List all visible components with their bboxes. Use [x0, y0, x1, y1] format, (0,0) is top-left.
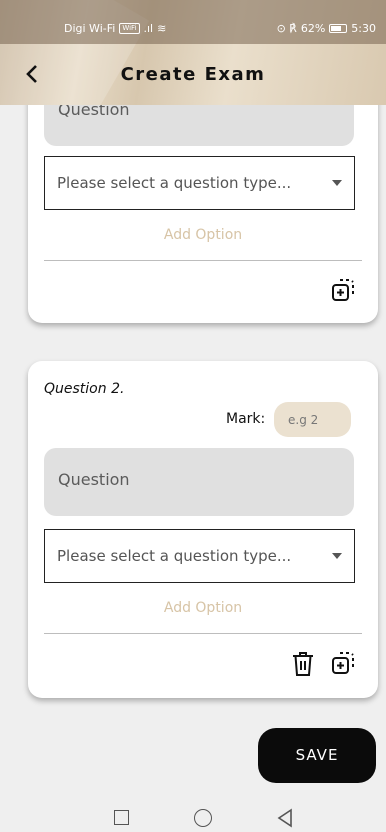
status-icons: ⊙ ℟: [276, 22, 297, 35]
status-bar: Digi Wi-Fi WiFi .ıl ≋ ⊙ ℟ 62% 5:30: [0, 0, 386, 44]
question-card-1: Question Please select a question type..…: [28, 70, 378, 323]
question-type-value: Please select a question type...: [57, 547, 292, 565]
triangle-back-icon: [277, 808, 292, 828]
save-button[interactable]: SAVE: [258, 728, 376, 783]
battery-icon: [329, 24, 348, 33]
question-type-select[interactable]: Please select a question type...: [44, 156, 355, 210]
add-copy-icon[interactable]: [330, 649, 358, 677]
clock: 5:30: [351, 22, 376, 35]
add-copy-icon[interactable]: [330, 276, 358, 304]
signal-icon: .ıl: [143, 22, 154, 35]
system-nav-bar: [0, 800, 386, 832]
question-type-value: Please select a question type...: [57, 174, 292, 192]
dropdown-caret-icon: [332, 180, 342, 186]
battery-percent: 62%: [300, 22, 326, 35]
nav-back-button[interactable]: [276, 808, 294, 832]
trash-icon[interactable]: [289, 650, 317, 678]
dropdown-caret-icon: [332, 553, 342, 559]
wifi-calling-badge: WiFi: [119, 23, 140, 34]
question-number-label: Question 2.: [44, 381, 125, 397]
divider: [44, 633, 362, 634]
app-bar: Create Exam: [0, 44, 386, 105]
question-placeholder: Question: [58, 470, 130, 489]
carrier-label: Digi Wi-Fi: [64, 22, 116, 35]
recents-button[interactable]: [114, 810, 129, 825]
page-title: Create Exam: [120, 64, 266, 85]
mark-label: Mark:: [226, 411, 266, 427]
add-option-button[interactable]: Add Option: [28, 227, 378, 243]
divider: [44, 260, 362, 261]
wifi-icon: ≋: [157, 22, 167, 35]
mark-input[interactable]: [274, 402, 351, 437]
add-option-button[interactable]: Add Option: [28, 600, 378, 616]
app-header: Digi Wi-Fi WiFi .ıl ≋ ⊙ ℟ 62% 5:30 Creat…: [0, 0, 386, 105]
question-type-select[interactable]: Please select a question type...: [44, 529, 355, 583]
question-input[interactable]: Question: [44, 448, 354, 516]
home-button[interactable]: [194, 809, 212, 827]
question-card-2: Question 2. Mark: Question Please select…: [28, 361, 378, 698]
